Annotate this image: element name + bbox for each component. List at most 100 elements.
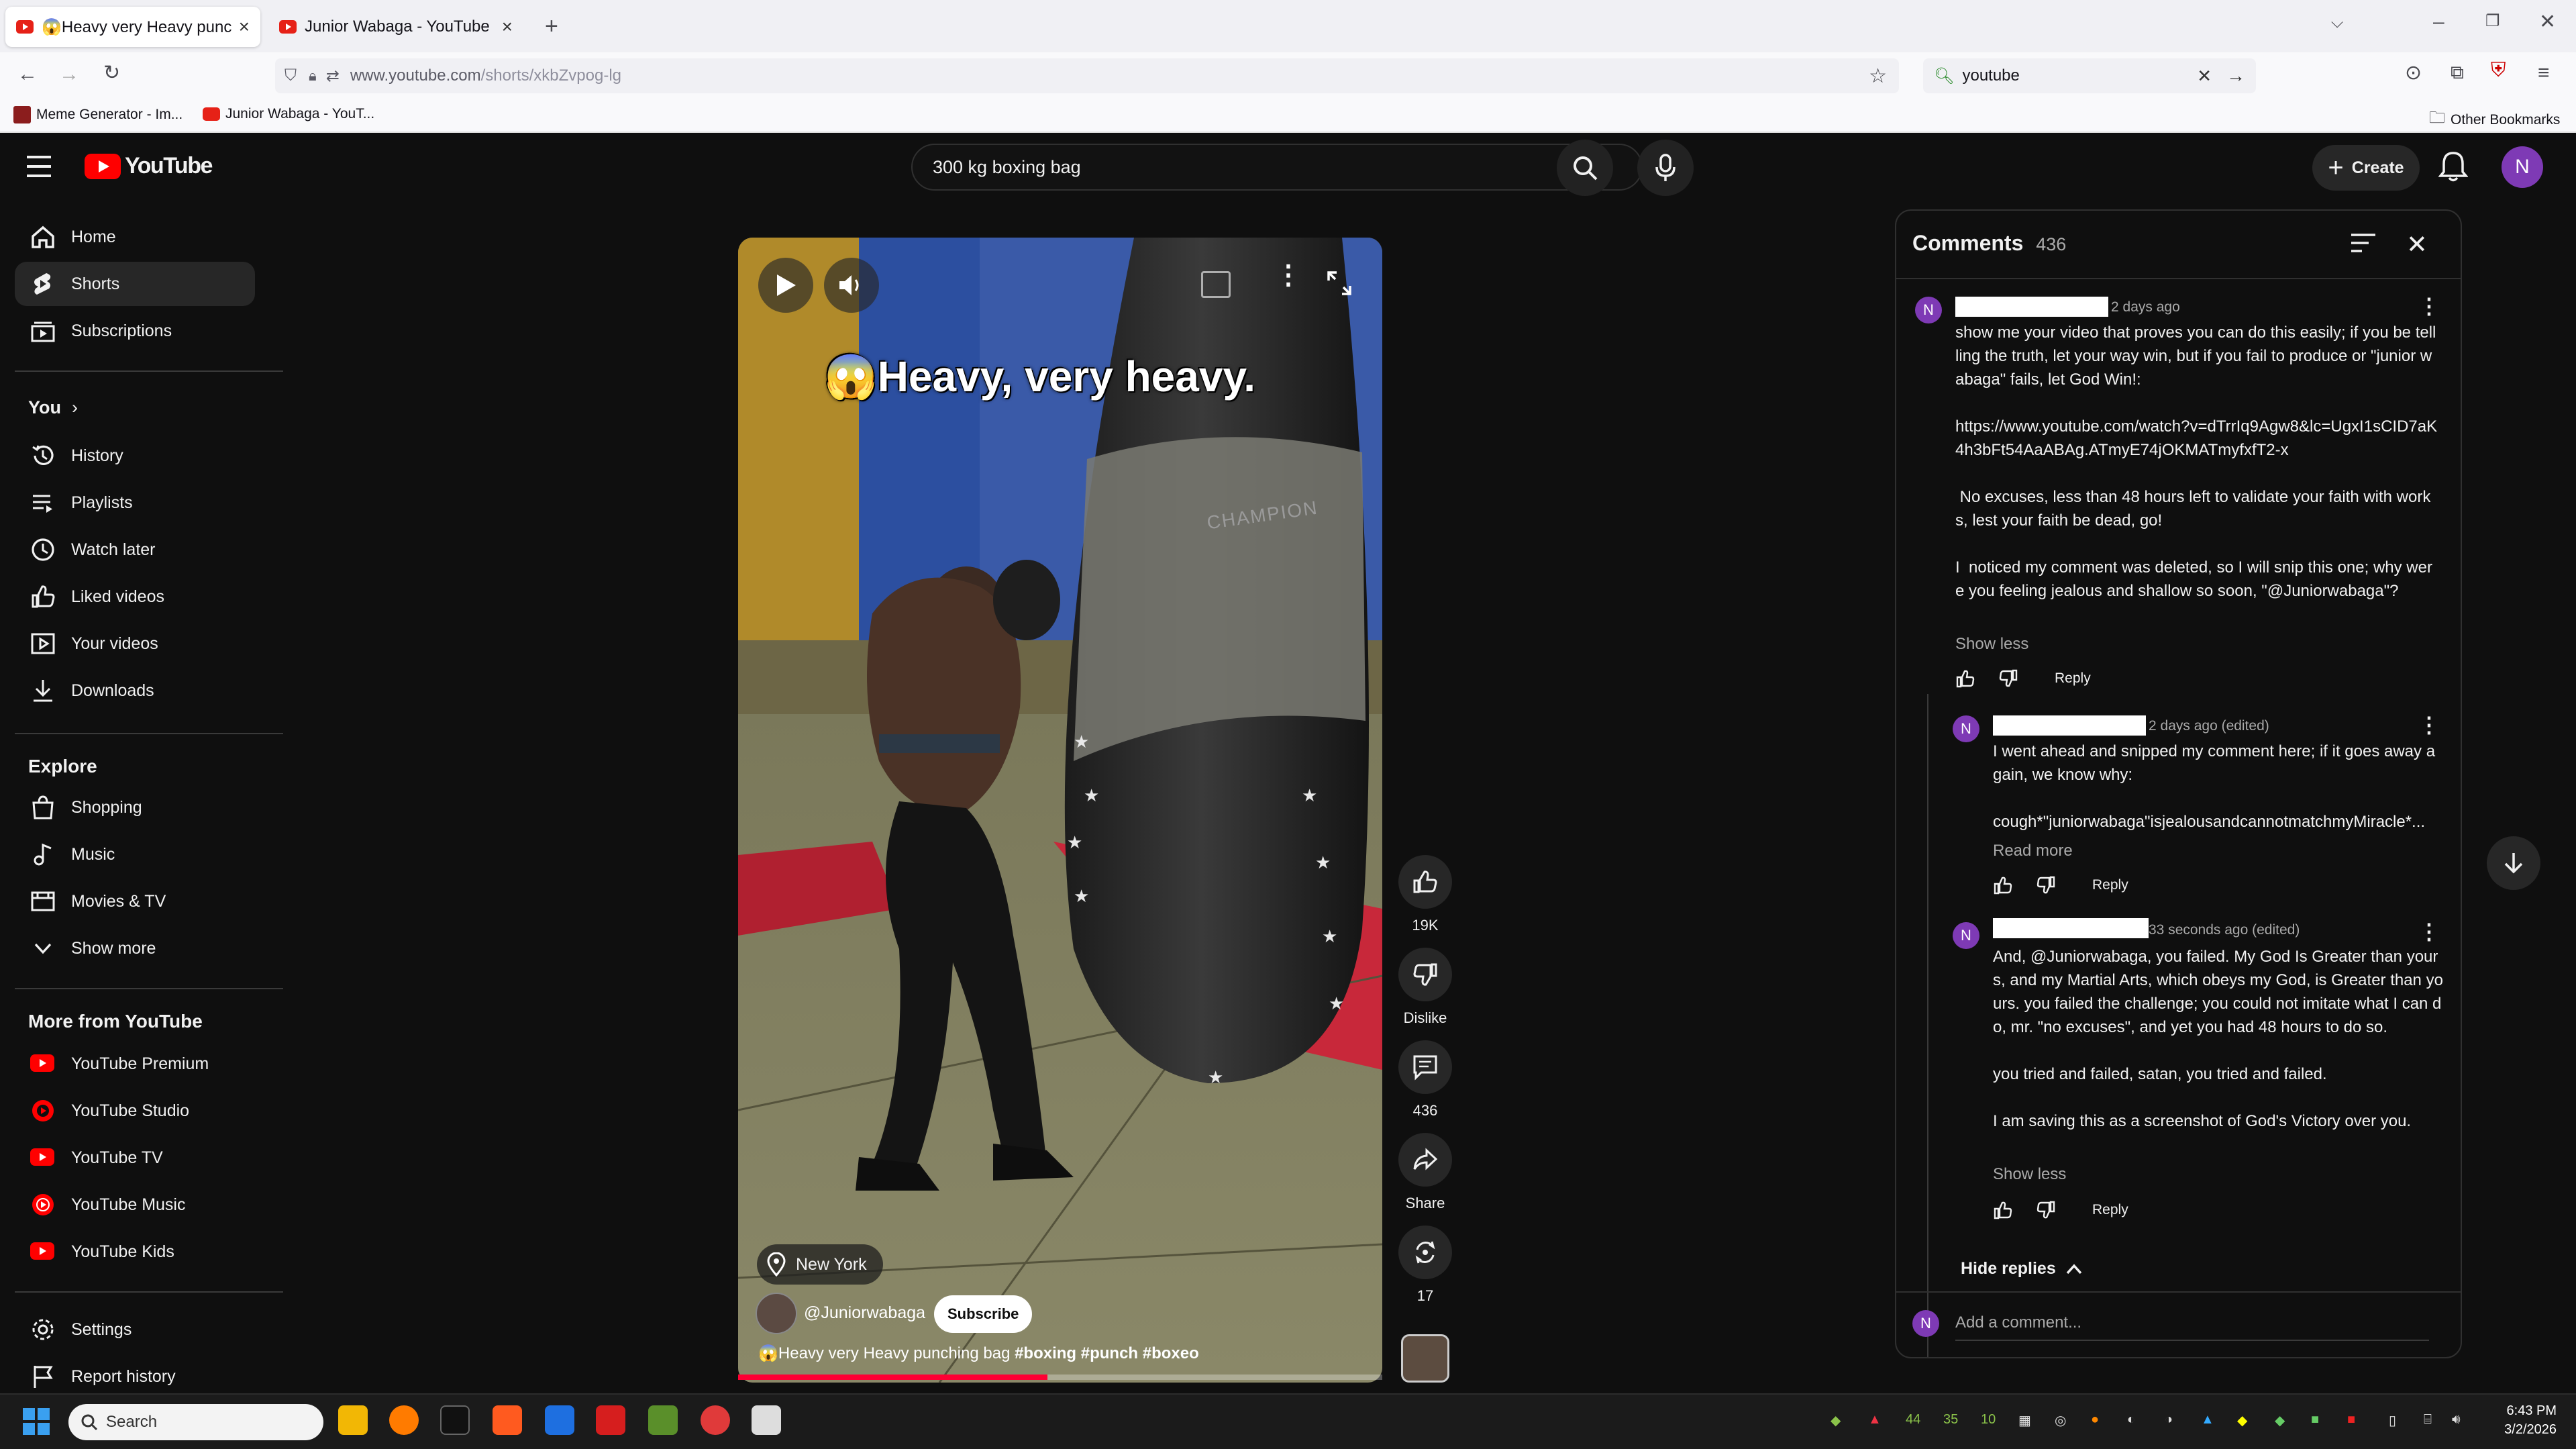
remix-button[interactable] xyxy=(1398,1226,1452,1279)
minimize-icon[interactable]: – xyxy=(2433,12,2444,32)
file-explorer-icon[interactable] xyxy=(338,1405,368,1435)
sidebar-item-home[interactable]: Home xyxy=(15,215,255,259)
close-tab-icon[interactable]: × xyxy=(502,16,513,38)
address-bar[interactable]: ⛉ 🔒︎ ⇄ www.youtube.com /shorts/xkbZvpog-… xyxy=(275,58,1899,93)
captions-icon[interactable] xyxy=(1201,271,1231,298)
create-button[interactable]: + Create xyxy=(2312,145,2420,191)
go-arrow-icon[interactable]: → xyxy=(2226,65,2245,87)
account-avatar[interactable]: N xyxy=(2502,146,2543,188)
show-less-link[interactable]: Show less xyxy=(1993,1165,2066,1184)
add-comment-input[interactable]: Add a comment... xyxy=(1955,1306,2429,1341)
share-action[interactable]: Share xyxy=(1394,1133,1456,1212)
permissions-icon[interactable]: ⇄ xyxy=(326,66,340,86)
sidebar-item-your-videos[interactable]: Your videos xyxy=(15,621,255,666)
extension-badge-icon[interactable]: ⛨ xyxy=(2491,60,2506,81)
dislike-icon[interactable] xyxy=(2036,875,2056,895)
progress-track[interactable] xyxy=(738,1375,1382,1380)
list-tabs-chevron-icon[interactable]: ⌵ xyxy=(2331,15,2343,31)
tray-icon[interactable]: ● xyxy=(2091,1412,2099,1428)
hide-replies-button[interactable]: Hide replies xyxy=(1961,1259,2083,1279)
restore-icon[interactable]: ❐ xyxy=(2485,13,2500,30)
sidebar-item-shorts[interactable]: Shorts xyxy=(15,262,255,306)
extensions-icon[interactable]: ⧉ xyxy=(2451,63,2464,82)
subscribe-button[interactable]: Subscribe xyxy=(934,1295,1033,1333)
reply-avatar[interactable]: N xyxy=(1953,922,1979,949)
like-icon[interactable] xyxy=(1955,668,1975,689)
sidebar-item-youtube-premium[interactable]: YouTube Premium xyxy=(15,1042,255,1086)
sidebar-item-history[interactable]: History xyxy=(15,434,255,478)
comment-menu-icon[interactable]: ⋮ xyxy=(2418,714,2440,736)
close-comments-icon[interactable]: ✕ xyxy=(2406,230,2428,260)
sidebar-item-liked-videos[interactable]: Liked videos xyxy=(15,574,255,619)
tray-icon[interactable]: ◎ xyxy=(2055,1412,2066,1429)
taskbar-clock[interactable]: 6:43 PM 3/2/2026 xyxy=(2483,1401,2557,1439)
app-green-icon[interactable] xyxy=(648,1405,678,1435)
close-window-icon[interactable]: ✕ xyxy=(2539,12,2556,32)
read-more-link[interactable]: Read more xyxy=(1993,842,2073,860)
brave-icon[interactable] xyxy=(493,1405,522,1435)
tray-icon[interactable]: ▲ xyxy=(1868,1412,1882,1428)
play-button[interactable] xyxy=(758,258,813,313)
bookmark-star-icon[interactable]: ☆ xyxy=(1869,64,1887,88)
app-hdr-icon[interactable] xyxy=(440,1405,470,1435)
reply-button[interactable]: Reply xyxy=(2055,670,2091,687)
other-bookmarks[interactable]: 🗀 Other Bookmarks xyxy=(2429,106,2560,134)
firefox-icon[interactable] xyxy=(389,1405,419,1435)
tab-junior-wabaga[interactable]: Junior Wabaga - YouTube × xyxy=(268,7,523,47)
reply-button[interactable]: Reply xyxy=(2092,877,2128,893)
forward-icon[interactable]: → xyxy=(59,64,79,85)
fullscreen-icon[interactable] xyxy=(1326,270,1353,297)
more-options-icon[interactable]: ⋮ xyxy=(1275,262,1302,289)
back-icon[interactable]: ← xyxy=(17,64,38,85)
app-store-icon[interactable] xyxy=(545,1405,574,1435)
like-button[interactable] xyxy=(1398,855,1452,909)
comments-action[interactable]: 436 xyxy=(1394,1040,1456,1119)
menu-icon[interactable]: ≡ xyxy=(2538,63,2550,83)
reply-button[interactable]: Reply xyxy=(2092,1202,2128,1218)
browser-search-box[interactable]: 🔍︎ youtube ✕ → xyxy=(1923,58,2256,93)
search-button[interactable] xyxy=(1557,140,1613,196)
tray-icon[interactable]: ◑ xyxy=(2165,1412,2173,1428)
network-icon[interactable]: ⌸ xyxy=(2424,1412,2432,1428)
next-short-button[interactable] xyxy=(2487,836,2540,890)
sidebar-item-downloads[interactable]: Downloads xyxy=(15,668,255,713)
like-icon[interactable] xyxy=(1993,875,2013,895)
like-icon[interactable] xyxy=(1993,1200,2013,1220)
sidebar-item-youtube-kids[interactable]: YouTube Kids xyxy=(15,1230,255,1274)
share-button[interactable] xyxy=(1398,1133,1452,1187)
tray-icon[interactable]: ◐ xyxy=(2127,1412,2135,1428)
clear-search-icon[interactable]: ✕ xyxy=(2197,66,2212,87)
sidebar-item-shopping[interactable]: Shopping xyxy=(15,785,255,830)
bookmark-meme-generator[interactable]: Meme Generator - Im... xyxy=(13,106,183,123)
comment-avatar[interactable]: N xyxy=(1915,297,1942,323)
comment-menu-icon[interactable]: ⋮ xyxy=(2418,921,2440,942)
windows-start-icon[interactable] xyxy=(23,1408,50,1435)
game-controller-icon[interactable] xyxy=(701,1405,730,1435)
youtube-logo[interactable]: YouTube xyxy=(85,153,213,179)
reload-icon[interactable]: ↻ xyxy=(103,63,120,83)
tray-icon[interactable]: ▦ xyxy=(2018,1412,2031,1429)
dislike-icon[interactable] xyxy=(1998,668,2018,689)
bookmark-junior-wabaga[interactable]: Junior Wabaga - YouT... xyxy=(203,106,374,122)
new-tab-icon[interactable]: + xyxy=(545,15,558,38)
location-chip[interactable]: New York xyxy=(757,1244,883,1285)
mute-button[interactable] xyxy=(824,258,879,313)
sound-thumbnail[interactable] xyxy=(1401,1334,1449,1383)
close-tab-icon[interactable]: × xyxy=(239,16,250,38)
sidebar-item-watch-later[interactable]: Watch later xyxy=(15,528,255,572)
voice-search-button[interactable] xyxy=(1637,140,1694,196)
sidebar-item-music[interactable]: Music xyxy=(15,832,255,877)
sidebar-item-show-more[interactable]: Show more xyxy=(15,926,255,970)
channel-name[interactable]: @Juniorwabaga xyxy=(804,1303,925,1323)
tray-icon[interactable]: ▲ xyxy=(2201,1412,2214,1428)
shield-icon[interactable]: ⛉ xyxy=(285,66,297,85)
tray-icon[interactable]: ◆ xyxy=(2237,1412,2247,1429)
channel-avatar[interactable] xyxy=(756,1293,797,1334)
tray-icon[interactable]: ■ xyxy=(2347,1412,2355,1428)
sidebar-item-youtube-music[interactable]: YouTube Music xyxy=(15,1183,255,1227)
account-icon[interactable]: ⊙ xyxy=(2405,63,2422,83)
dislike-button[interactable] xyxy=(1398,948,1452,1001)
tray-icon[interactable]: ■ xyxy=(2311,1412,2319,1428)
tab-shorts-video[interactable]: 😱Heavy very Heavy punching × xyxy=(5,7,260,47)
sidebar-you-heading[interactable]: You › xyxy=(28,397,78,418)
